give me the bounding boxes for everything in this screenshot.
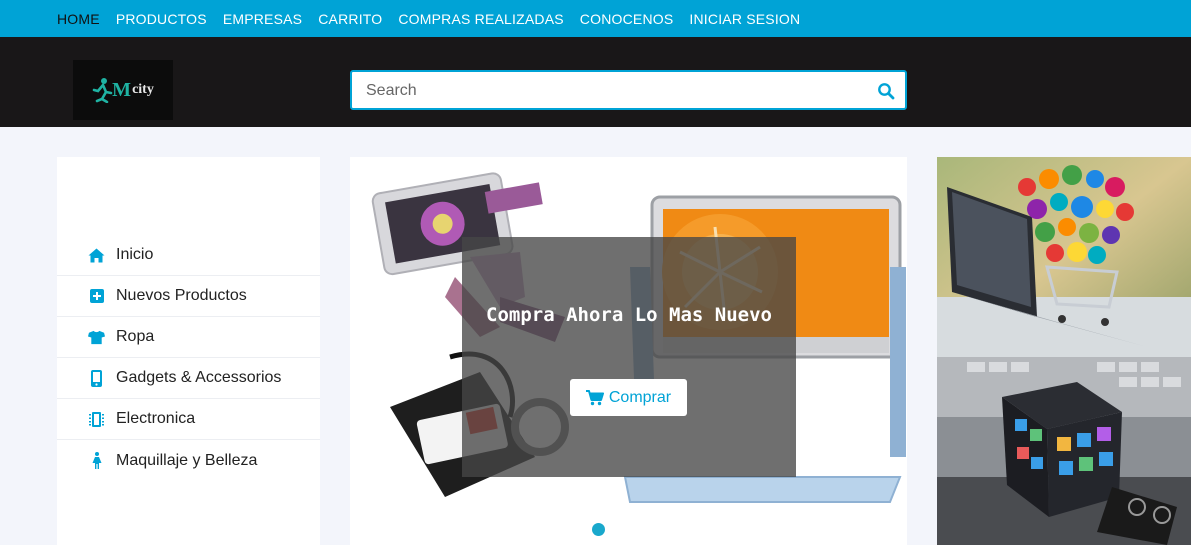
- site-logo[interactable]: M city: [73, 60, 173, 120]
- logo-word-city: city: [132, 82, 154, 97]
- comprar-button[interactable]: Comprar: [570, 379, 687, 416]
- search-icon[interactable]: [877, 82, 895, 100]
- female-icon: [88, 452, 105, 469]
- shirt-icon: [88, 329, 105, 346]
- sidebar-item-label: Maquillaje y Belleza: [116, 451, 258, 469]
- sidebar-item-inicio[interactable]: Inicio: [57, 235, 320, 276]
- comprar-button-label: Comprar: [608, 388, 672, 406]
- carousel-caption: Compra Ahora Lo Mas Nuevo Comprar: [462, 237, 796, 477]
- promo-cube-illustration: [937, 357, 1191, 545]
- nav-links: HOME PRODUCTOS EMPRESAS CARRITO COMPRAS …: [57, 0, 816, 37]
- promo-image-laptop-apps[interactable]: [937, 157, 1191, 357]
- search-input[interactable]: [366, 80, 866, 102]
- runner-logo-icon: [92, 78, 113, 103]
- search-box: [350, 70, 907, 110]
- category-list: Inicio Nuevos Productos Ropa Gadgets & A…: [57, 235, 320, 481]
- sidebar-item-label: Electronica: [116, 410, 196, 427]
- plus-square-icon: [88, 288, 105, 305]
- home-icon: [88, 247, 105, 264]
- site-header: M city: [0, 37, 1191, 127]
- promo-image-smart-cube[interactable]: [937, 357, 1191, 545]
- mobile-icon: [88, 369, 105, 387]
- carousel-title: Compra Ahora Lo Mas Nuevo: [486, 304, 772, 326]
- chip-icon: [88, 411, 105, 428]
- logo-mark: M city: [92, 77, 154, 103]
- nav-link-iniciar-sesion[interactable]: INICIAR SESION: [689, 11, 800, 27]
- sidebar-item-label: Gadgets & Accessorios: [116, 369, 282, 386]
- nav-link-home[interactable]: HOME: [57, 11, 100, 27]
- sidebar-item-nuevos-productos[interactable]: Nuevos Productos: [57, 276, 320, 317]
- hero-carousel[interactable]: Compra Ahora Lo Mas Nuevo Comprar: [350, 157, 907, 545]
- sidebar-item-label: Nuevos Productos: [116, 287, 247, 304]
- sidebar-item-ropa[interactable]: Ropa: [57, 317, 320, 358]
- sidebar-item-label: Ropa: [116, 328, 155, 345]
- sidebar-item-gadgets[interactable]: Gadgets & Accessorios: [57, 358, 320, 399]
- nav-link-productos[interactable]: PRODUCTOS: [116, 11, 207, 27]
- category-sidebar: Inicio Nuevos Productos Ropa Gadgets & A…: [57, 157, 320, 545]
- cart-icon: [585, 389, 604, 405]
- carousel-indicator-dot[interactable]: [592, 523, 605, 536]
- logo-letter-m: M: [112, 78, 132, 101]
- nav-link-compras-realizadas[interactable]: COMPRAS REALIZADAS: [398, 11, 563, 27]
- sidebar-item-electronica[interactable]: Electronica: [57, 399, 320, 440]
- nav-link-empresas[interactable]: EMPRESAS: [223, 11, 302, 27]
- sidebar-item-maquillaje[interactable]: Maquillaje y Belleza: [57, 440, 320, 481]
- nav-link-conocenos[interactable]: CONOCENOS: [580, 11, 674, 27]
- nav-link-carrito[interactable]: CARRITO: [318, 11, 382, 27]
- sidebar-item-label: Inicio: [116, 246, 154, 263]
- promo-laptop-illustration: [937, 157, 1191, 357]
- top-navigation-bar: HOME PRODUCTOS EMPRESAS CARRITO COMPRAS …: [0, 0, 1191, 37]
